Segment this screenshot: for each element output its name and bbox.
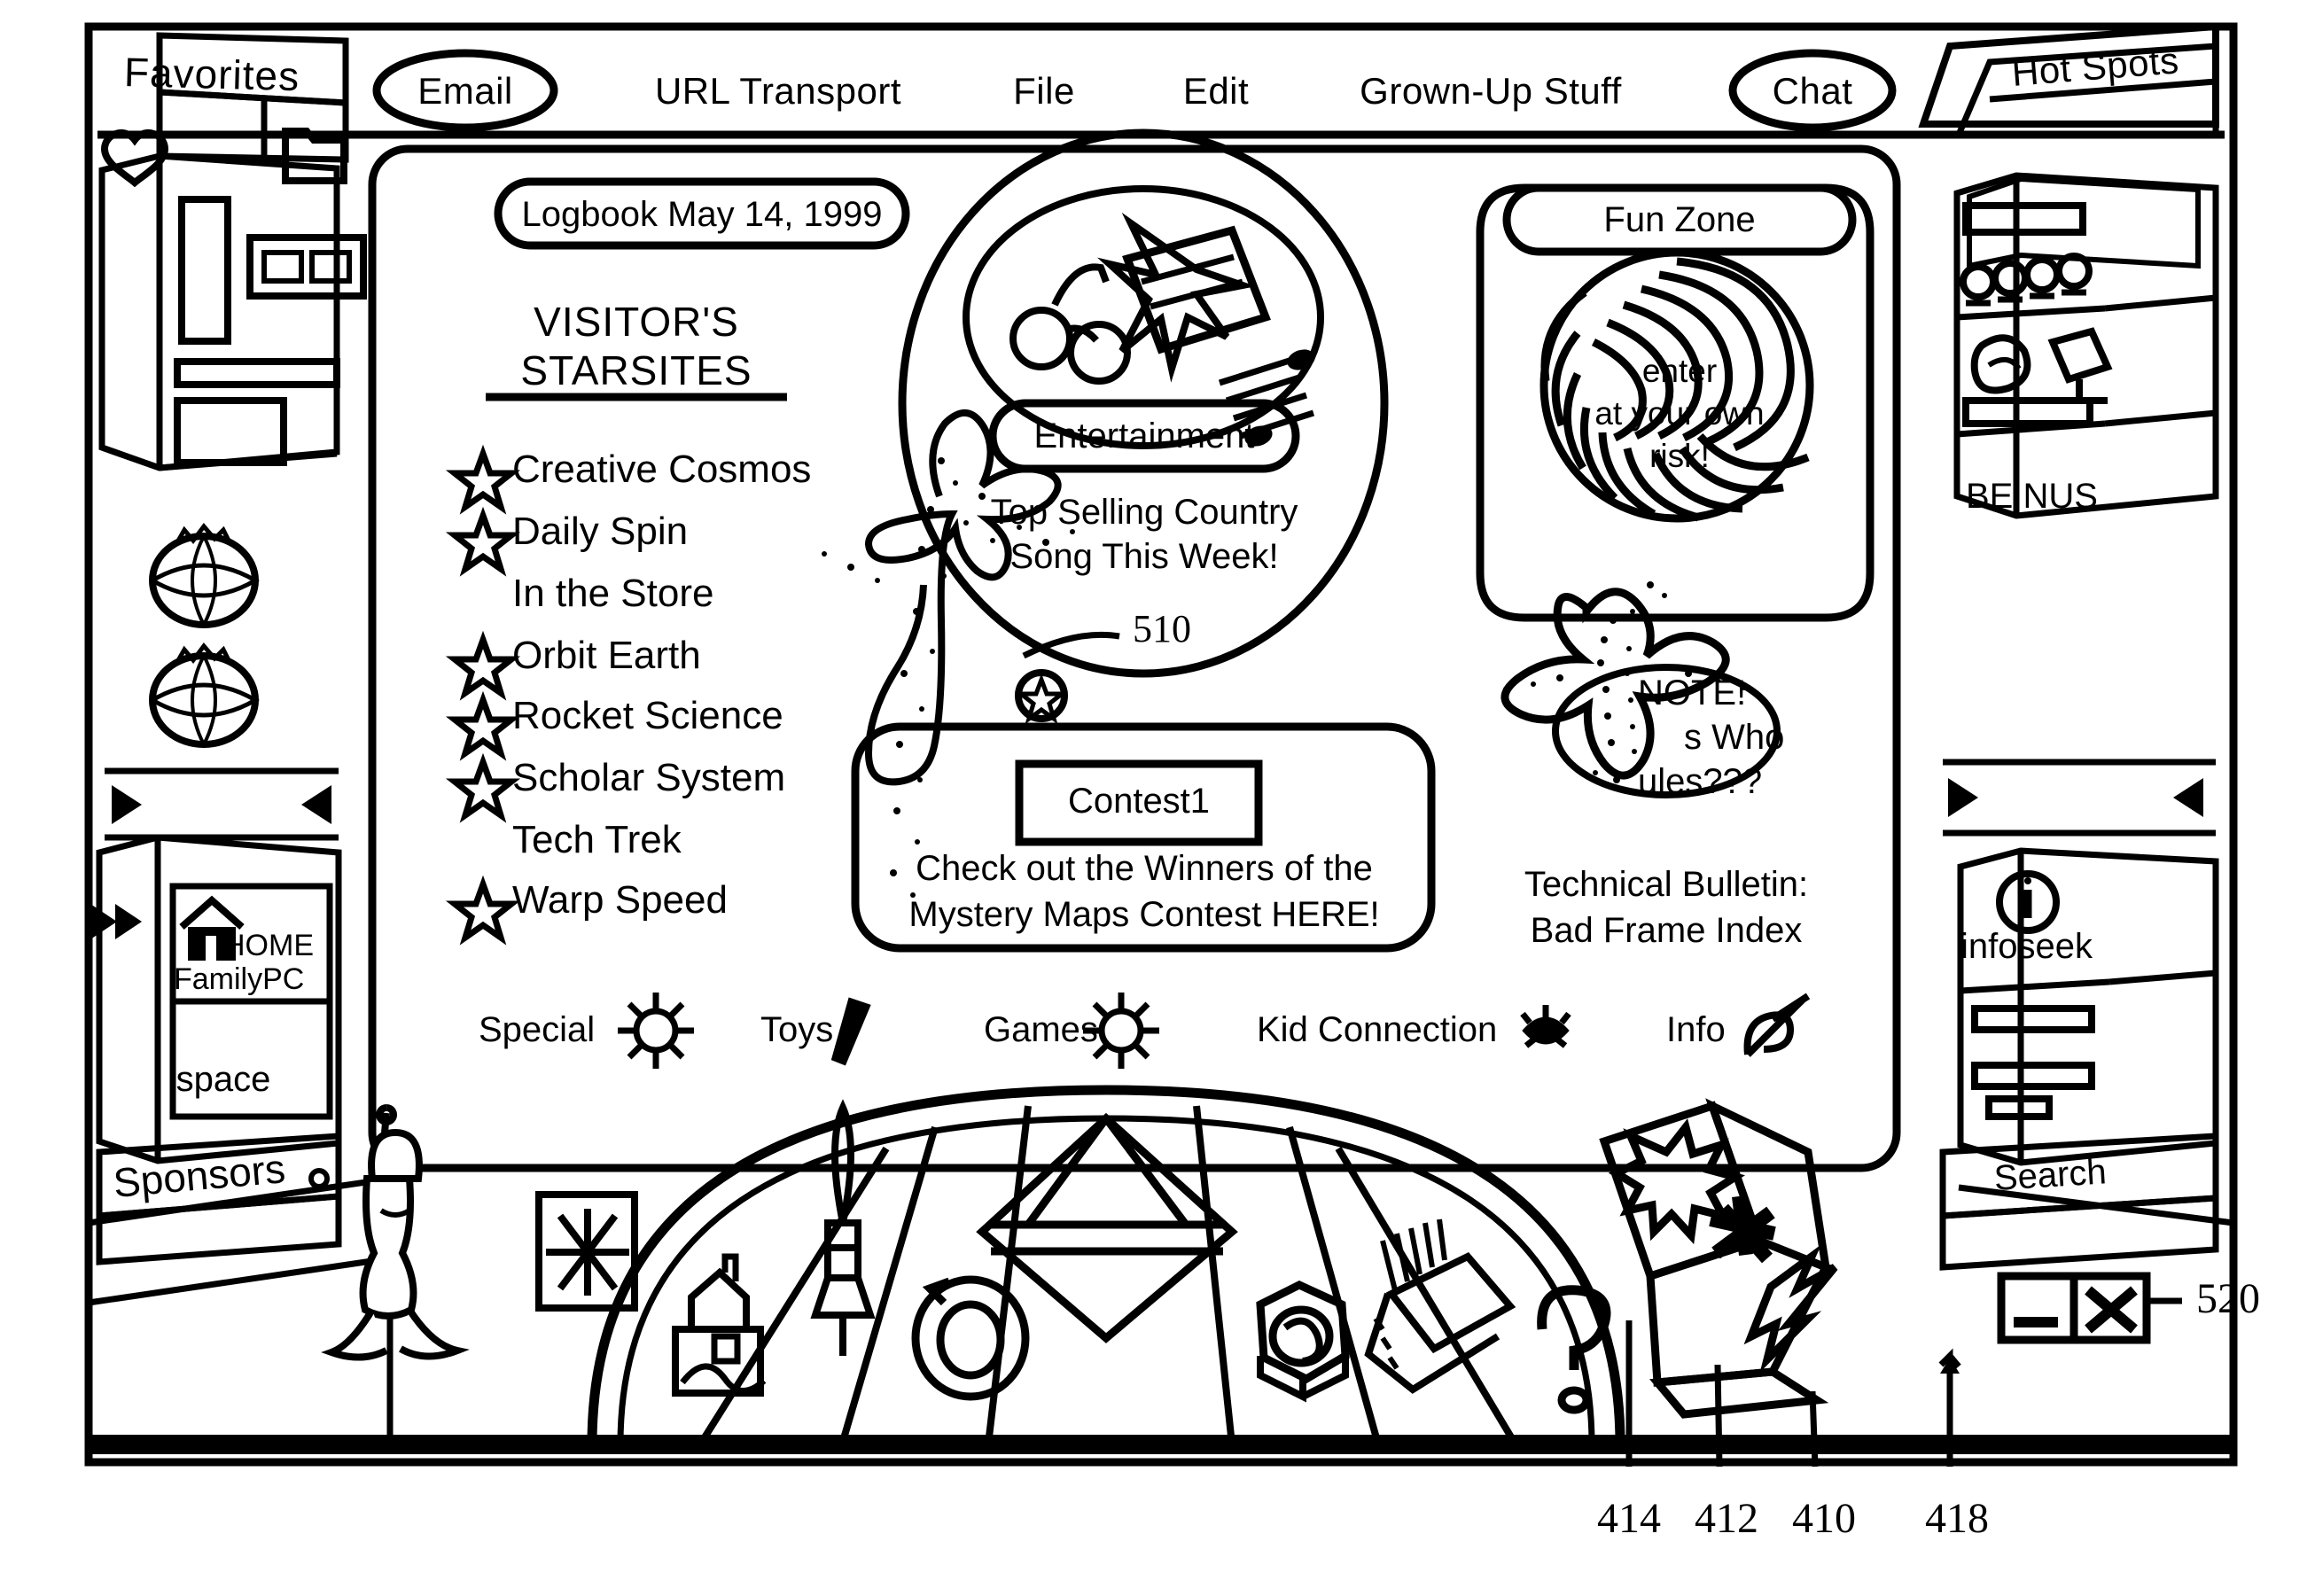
technical-bulletin-line2: Bad Frame Index xyxy=(1530,911,1803,950)
starsite-item-5[interactable]: Scholar System xyxy=(512,759,785,798)
leader-410 xyxy=(1809,1390,1819,1468)
entertainment-caption-line1: Top Selling Country xyxy=(990,493,1298,532)
entertainment-caption-line2: Song This Week! xyxy=(1009,537,1279,576)
reference-number-520: 520 xyxy=(2196,1275,2260,1322)
home-label[interactable]: HOME xyxy=(223,930,314,961)
category-link-kid-connection[interactable]: Kid Connection xyxy=(1257,1012,1497,1047)
reference-number-510: 510 xyxy=(1133,607,1191,650)
contest-caption-line1: Check out the Winners of the xyxy=(916,849,1373,888)
search-label[interactable]: Search xyxy=(1993,1152,2108,1198)
menu-item-edit[interactable]: Edit xyxy=(1183,73,1249,110)
starsite-item-1[interactable]: Daily Spin xyxy=(512,512,688,551)
sun-burst-icon-special xyxy=(618,993,694,1069)
leader-412 xyxy=(1714,1364,1723,1468)
scroll-left-arrow xyxy=(112,785,142,824)
window-controls-art xyxy=(1997,1272,2182,1344)
space-label[interactable]: space xyxy=(176,1062,271,1097)
note-line3: ules??? xyxy=(1638,762,1763,801)
category-link-toys[interactable]: Toys xyxy=(760,1012,833,1047)
starsite-item-6[interactable]: Tech Trek xyxy=(512,821,682,860)
star-bullets xyxy=(445,444,521,946)
right-scroll-right-arrow xyxy=(2173,778,2203,817)
infoseek-label[interactable]: infoseek xyxy=(1960,929,2093,964)
right-scroll-left-arrow xyxy=(1948,778,1978,817)
category-link-special[interactable]: Special xyxy=(479,1012,595,1047)
starsite-item-3[interactable]: Orbit Earth xyxy=(512,636,701,675)
favorites-label: Favorites xyxy=(123,49,300,100)
reference-number-412: 412 xyxy=(1695,1495,1758,1542)
menu-chat-label[interactable]: Chat xyxy=(1773,73,1853,110)
technical-bulletin-line1: Technical Bulletin: xyxy=(1524,865,1809,904)
hex-nut-icon xyxy=(1256,1281,1350,1403)
fun-zone-ball-line2: at your own xyxy=(1594,395,1765,432)
logbook-label[interactable]: Logbook May 14, 1999 xyxy=(522,197,883,232)
reference-number-414: 414 xyxy=(1597,1495,1661,1542)
contest-caption-line2: Mystery Maps Contest HERE! xyxy=(908,895,1380,934)
note-line2: s Who xyxy=(1684,718,1785,757)
entertainment-button-label[interactable]: Entertainment xyxy=(1033,418,1254,454)
swoosh-icon-info xyxy=(1743,993,1811,1057)
house-landscape-icon xyxy=(672,1253,767,1397)
contest-button-label[interactable]: Contest1 xyxy=(1068,783,1210,819)
menu-item-file[interactable]: File xyxy=(1013,73,1075,110)
star-circle-button xyxy=(1014,669,1069,725)
reference-number-410: 410 xyxy=(1792,1495,1856,1542)
menu-item-url-transport[interactable]: URL Transport xyxy=(655,73,901,110)
globe-icons xyxy=(149,523,260,748)
patent-figure: Email URL Transport File Edit Grown-Up S… xyxy=(0,0,2315,1596)
reference-number-418: 418 xyxy=(1925,1495,1989,1542)
entertainment-bubble-art xyxy=(898,128,1389,678)
menu-email-label[interactable]: Email xyxy=(417,73,513,110)
starsite-item-4[interactable]: Rocket Science xyxy=(512,697,783,736)
pencil-icon-toys xyxy=(830,997,871,1066)
familypc-label[interactable]: FamilyPC xyxy=(174,964,304,994)
alien-character xyxy=(321,1104,470,1361)
rewind-icon-path xyxy=(90,904,142,939)
book-icon xyxy=(1364,1218,1516,1394)
menu-item-grown-up-stuff[interactable]: Grown-Up Stuff xyxy=(1360,73,1622,110)
starsites-title-line2: STARSITES xyxy=(520,347,752,393)
be-nus-label: BE NUS xyxy=(1966,477,2098,516)
starsite-item-0[interactable]: Creative Cosmos xyxy=(512,450,811,489)
circular-arrow-icon xyxy=(911,1275,1030,1401)
starsite-item-7[interactable]: Warp Speed xyxy=(512,881,728,920)
right-sidebar-art xyxy=(1918,22,2219,1271)
fun-zone-ball-line3: risk! xyxy=(1649,438,1710,474)
note-line1: NOTE! xyxy=(1638,673,1747,712)
scroll-right-arrow xyxy=(301,785,331,824)
eye-icon-kid-connection xyxy=(1520,1005,1571,1048)
starsites-title-line1: VISITOR'S xyxy=(534,299,739,345)
category-link-info[interactable]: Info xyxy=(1666,1012,1726,1047)
glasses-icon xyxy=(1009,307,1073,370)
fun-zone-ball-line1: enter xyxy=(1641,353,1718,389)
starsite-item-2[interactable]: In the Store xyxy=(512,574,713,613)
fun-zone-title[interactable]: Fun Zone xyxy=(1603,202,1755,237)
category-link-games[interactable]: Games xyxy=(984,1012,1098,1047)
